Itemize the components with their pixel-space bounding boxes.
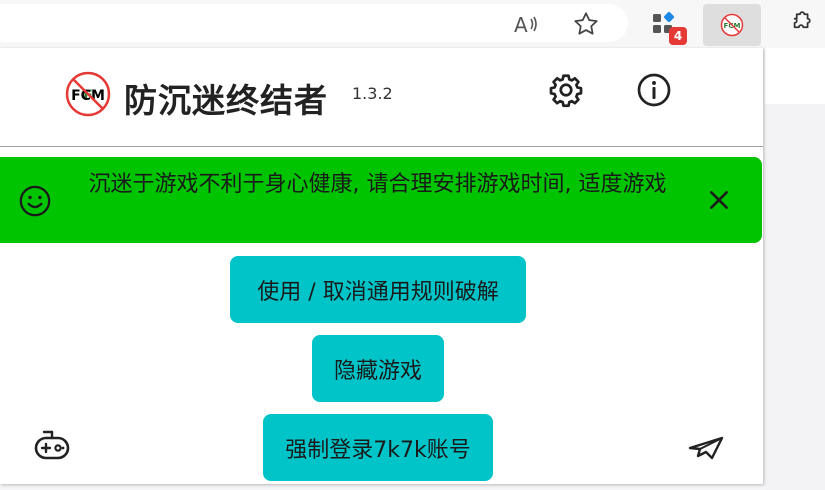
airplane-icon[interactable] <box>686 430 726 466</box>
force-login-button[interactable]: 强制登录7k7k账号 <box>263 414 493 481</box>
page-header-strip <box>765 48 825 104</box>
gamepad-icon[interactable] <box>32 428 72 464</box>
browser-toolbar: A 4 FCM <box>0 0 825 48</box>
hide-game-button[interactable]: 隐藏游戏 <box>312 335 444 402</box>
fcm-extension-button[interactable]: FCM <box>703 4 761 46</box>
close-icon[interactable] <box>706 187 732 213</box>
extension-badge: 4 <box>669 27 687 45</box>
popup-header: F FCM 防沉迷终结者 1.3.2 <box>0 48 763 147</box>
info-icon[interactable] <box>636 72 672 108</box>
health-notice: 沉迷于游戏不利于身心健康, 请合理安排游戏时间, 适度游戏 <box>0 157 762 243</box>
puzzle-icon[interactable] <box>786 10 814 38</box>
notice-text: 沉迷于游戏不利于身心健康, 请合理安排游戏时间, 适度游戏 <box>88 172 667 197</box>
logo-text: FCM <box>71 88 105 104</box>
fcm-logo-icon: F FCM <box>65 71 111 117</box>
app-title: 防沉迷终结者 <box>124 81 328 120</box>
extension-popup: F FCM 防沉迷终结者 1.3.2 沉迷于游戏不利于身心健康, 请合理安排游戏… <box>0 48 763 484</box>
settings-gear-icon[interactable] <box>548 72 584 108</box>
star-icon[interactable] <box>572 10 600 38</box>
version-label: 1.3.2 <box>352 84 393 103</box>
read-aloud-icon[interactable]: A <box>512 10 540 38</box>
toggle-universal-rules-button[interactable]: 使用 / 取消通用规则破解 <box>230 256 526 323</box>
fcm-logo-icon: FCM <box>720 13 744 37</box>
svg-text:A: A <box>514 13 528 37</box>
page-background <box>765 48 825 490</box>
smile-icon <box>19 185 51 217</box>
